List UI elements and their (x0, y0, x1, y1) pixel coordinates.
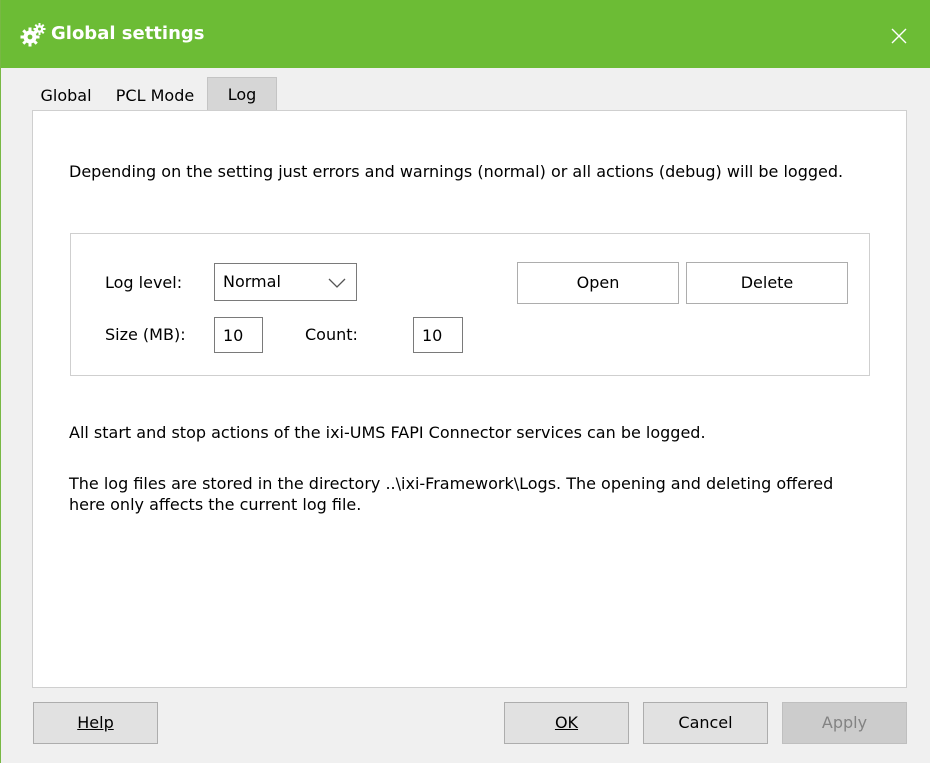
count-label: Count: (305, 325, 358, 344)
log-directory-info-line2: here only affects the current log file. (69, 495, 362, 514)
apply-button[interactable]: Apply (782, 702, 907, 744)
services-log-info: All start and stop actions of the ixi-UM… (69, 423, 706, 442)
help-button-label: Help (77, 713, 114, 732)
log-level-label: Log level: (105, 273, 183, 292)
tab-log[interactable]: Log (207, 77, 277, 111)
title-bar: Global settings (1, 0, 930, 68)
log-tab-panel (32, 110, 907, 688)
gears-icon (20, 23, 46, 47)
log-level-value: Normal (223, 272, 281, 291)
tab-pcl-mode[interactable]: PCL Mode (103, 80, 207, 111)
close-icon[interactable] (885, 22, 913, 50)
log-directory-info-line1: The log files are stored in the director… (69, 474, 834, 493)
tab-global[interactable]: Global (33, 80, 99, 111)
help-button[interactable]: Help (33, 702, 158, 744)
window-title: Global settings (51, 23, 205, 44)
size-input[interactable] (214, 317, 263, 353)
chevron-down-icon (328, 278, 346, 288)
ok-button[interactable]: OK (504, 702, 629, 744)
open-log-button[interactable]: Open (517, 262, 679, 304)
ok-button-label: OK (554, 713, 579, 732)
delete-log-button[interactable]: Delete (686, 262, 848, 304)
count-input[interactable] (413, 317, 463, 353)
cancel-button[interactable]: Cancel (643, 702, 768, 744)
log-settings-group (70, 233, 870, 376)
settings-dialog: Global settings Global PCL Mode Log Depe… (0, 0, 930, 763)
log-intro-text: Depending on the setting just errors and… (69, 162, 844, 181)
log-level-select[interactable]: Normal (214, 263, 357, 301)
size-label: Size (MB): (105, 325, 186, 344)
